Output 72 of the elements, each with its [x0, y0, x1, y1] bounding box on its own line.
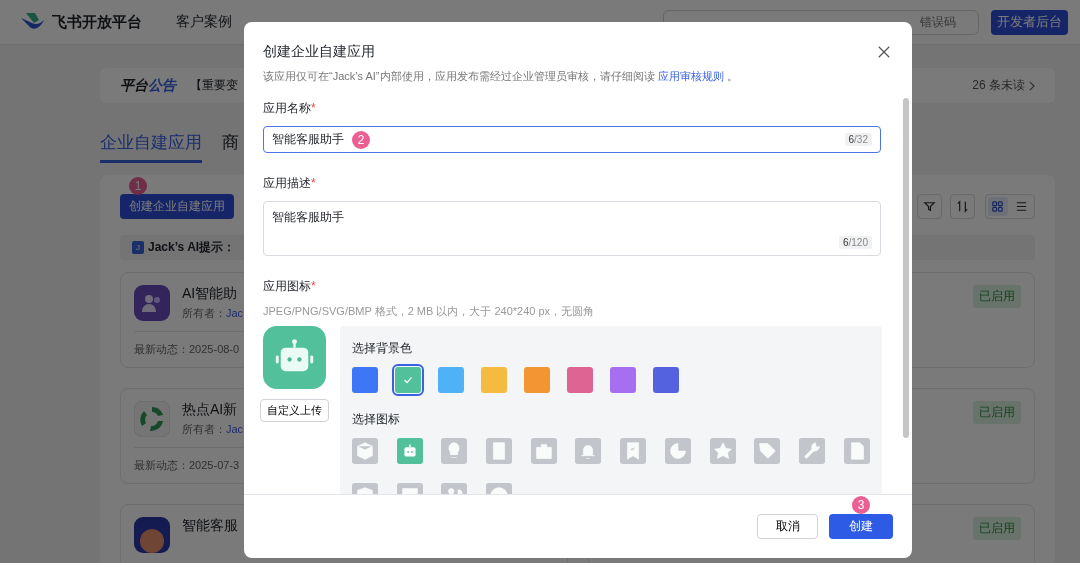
announcement-text: 【重要变	[190, 77, 238, 94]
wrench-icon[interactable]	[798, 438, 825, 464]
robot-icon	[263, 326, 326, 389]
scroll-bar[interactable]	[903, 98, 909, 438]
pie-icon[interactable]	[664, 438, 691, 464]
grid-view-button[interactable]	[988, 197, 1008, 216]
field-label: 应用图标*	[263, 278, 317, 295]
unread-count[interactable]: 26 条未读	[972, 77, 1025, 94]
color-swatch[interactable]	[610, 367, 636, 393]
hint-avatar: J	[132, 241, 144, 254]
color-swatch[interactable]	[653, 367, 679, 393]
dialog-title: 创建企业自建应用	[263, 43, 375, 61]
step-badge: 3	[852, 496, 870, 514]
tag-icon[interactable]	[754, 438, 781, 464]
app-owner: 所有者：Jac	[182, 422, 244, 437]
custom-upload-button[interactable]: 自定义上传	[260, 399, 329, 422]
app-activity: 最新动态：2025-08-0	[134, 342, 240, 357]
app-description-field[interactable]: 智能客服助手 6/120	[263, 201, 881, 256]
bulb-icon[interactable]	[441, 438, 468, 464]
field-label: 应用描述*	[263, 175, 317, 192]
app-name-field[interactable]: 智能客服助手 2 6/32	[263, 126, 881, 153]
section-title: 选择图标	[352, 411, 401, 428]
color-swatch[interactable]	[352, 367, 378, 393]
color-swatch[interactable]	[395, 367, 421, 393]
chevron-right-icon	[1028, 80, 1035, 91]
step-badge: 2	[352, 130, 370, 149]
sort-button[interactable]	[950, 194, 975, 219]
field-label: 应用名称*	[263, 100, 317, 117]
step-badge: 1	[129, 177, 147, 195]
status-tag: 已启用	[973, 285, 1021, 308]
list-icon	[1014, 199, 1029, 214]
icon-hint: JPEG/PNG/SVG/BMP 格式，2 MB 以内，大于 240*240 px，无圆角	[263, 304, 596, 319]
create-button[interactable]: 创建	[829, 514, 893, 539]
status-tag: 已启用	[973, 401, 1021, 424]
tab[interactable]: 商	[222, 131, 239, 163]
announcement-label: 平台公告	[120, 76, 176, 95]
color-swatch[interactable]	[438, 367, 464, 393]
create-app-button[interactable]: 创建企业自建应用	[120, 194, 234, 219]
app-name: 热点AI新	[182, 401, 239, 419]
section-title: 选择背景色	[352, 340, 413, 357]
recycle-app-icon	[134, 401, 170, 437]
cube-icon[interactable]	[352, 438, 378, 464]
color-swatch[interactable]	[567, 367, 593, 393]
app-owner: 所有者：Jac	[182, 306, 244, 321]
app-name: 智能客服	[182, 517, 238, 535]
app-name: AI智能助	[182, 285, 239, 303]
close-icon	[877, 45, 891, 59]
bookmark-icon[interactable]	[620, 438, 647, 464]
hint-text: Jack’s AI提示：	[148, 239, 236, 256]
people-app-icon	[134, 285, 170, 321]
filter-button[interactable]	[917, 194, 942, 219]
color-swatch[interactable]	[524, 367, 550, 393]
app-activity: 最新动态：2025-07-3	[134, 458, 240, 473]
char-counter: 6/120	[838, 236, 872, 249]
status-tag: 已启用	[973, 517, 1021, 540]
briefcase-icon[interactable]	[530, 438, 557, 464]
review-rules-link[interactable]: 应用审核规则	[657, 70, 724, 82]
brand-name: 飞书开放平台	[52, 12, 142, 32]
console-button[interactable]: 开发者后台	[991, 9, 1068, 35]
face-app-icon	[134, 517, 170, 553]
grid-icon	[990, 199, 1005, 214]
sort-icon	[955, 199, 970, 214]
cancel-button[interactable]: 取消	[757, 514, 818, 539]
robot-icon[interactable]	[396, 438, 423, 464]
nav-link[interactable]: 客户案例	[176, 13, 232, 31]
logo-icon	[20, 12, 46, 32]
dialog-description: 该应用仅可在“Jack’s AI”内部使用，应用发布需经过企业管理员审核，请仔细阅读 应用审核规则 。	[263, 69, 739, 84]
bell-icon[interactable]	[575, 438, 602, 464]
color-swatch[interactable]	[481, 367, 507, 393]
filter-icon	[922, 199, 937, 214]
char-counter: 6/32	[844, 133, 872, 146]
document-icon[interactable]	[843, 438, 870, 464]
